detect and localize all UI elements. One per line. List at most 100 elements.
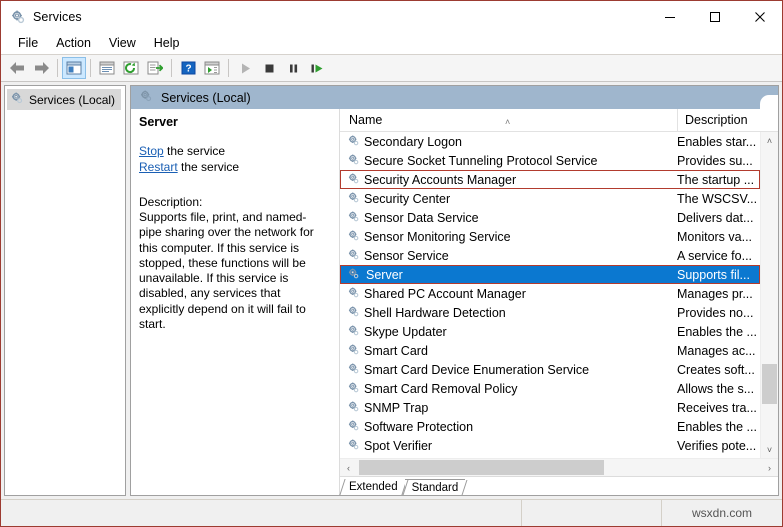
toolbar-separator (57, 59, 58, 77)
row-name-cell[interactable]: SNMP Trap (340, 400, 670, 416)
properties-icon[interactable] (95, 57, 119, 79)
row-name-label: Skype Updater (364, 324, 447, 339)
row-name-label: Server (364, 266, 407, 283)
row-name-cell[interactable]: Smart Card (340, 343, 670, 359)
pause-service-icon[interactable] (281, 57, 305, 79)
row-name-cell[interactable]: Smart Card Device Enumeration Service (340, 362, 670, 378)
close-button[interactable] (737, 1, 782, 32)
scroll-right-button[interactable]: › (761, 459, 778, 476)
row-name-label: Sensor Monitoring Service (364, 229, 511, 244)
menu-bar: File Action View Help (1, 32, 782, 55)
row-name-cell[interactable]: Skype Updater (340, 324, 670, 340)
tree-node-services-local[interactable]: Services (Local) (7, 89, 122, 110)
menu-file[interactable]: File (9, 34, 47, 52)
show-action-pane-icon[interactable] (200, 57, 224, 79)
row-name-cell[interactable]: Security Center (340, 191, 670, 207)
toolbar-separator (171, 59, 172, 77)
vertical-scroll-track[interactable] (761, 149, 778, 441)
row-description-cell: Receives tra... (677, 400, 757, 415)
table-row[interactable]: Sensor Service A service fo... (340, 246, 760, 265)
scroll-up-button[interactable]: ˄ (761, 132, 778, 149)
vertical-scroll-thumb[interactable] (762, 364, 777, 404)
menu-help[interactable]: Help (145, 34, 189, 52)
stop-service-link[interactable]: Stop (139, 144, 164, 158)
row-name-cell[interactable]: Secure Socket Tunneling Protocol Service (340, 153, 670, 169)
vertical-scrollbar[interactable]: ˄ ˅ (760, 132, 778, 458)
row-description-cell: Enables star... (677, 134, 757, 149)
services-window: Services File Action View Help ? Service… (0, 0, 783, 527)
row-name-cell[interactable]: Shell Hardware Detection (340, 305, 670, 321)
show-hide-console-tree-icon[interactable] (62, 57, 86, 79)
row-name-cell[interactable]: Sensor Monitoring Service (340, 229, 670, 245)
row-description-cell: Provides no... (677, 305, 754, 320)
row-name-cell[interactable]: Server (340, 266, 670, 283)
row-name-label: Sensor Data Service (364, 210, 479, 225)
pane-header-corner (760, 86, 778, 109)
refresh-icon[interactable] (119, 57, 143, 79)
horizontal-scrollbar[interactable]: ‹ › (340, 458, 778, 476)
status-cell-watermark: wsxdn.com (662, 500, 782, 526)
menu-view[interactable]: View (100, 34, 145, 52)
table-row[interactable]: Smart Card Device Enumeration Service Cre… (340, 360, 760, 379)
table-row[interactable]: Security Center The WSCSV... (340, 189, 760, 208)
maximize-button[interactable] (692, 1, 737, 32)
service-gear-icon (347, 305, 360, 321)
tab-extended[interactable]: Extended (342, 479, 405, 495)
horizontal-scroll-track[interactable] (357, 459, 761, 476)
table-row[interactable]: Spot Verifier Verifies pote... (340, 436, 760, 455)
column-header-name[interactable]: Name ˄ (340, 109, 678, 131)
column-header-description[interactable]: Description (678, 109, 761, 131)
row-description-cell: The WSCSV... (677, 191, 758, 206)
restart-service-link[interactable]: Restart (139, 160, 178, 174)
main-body: Services (Local) Services (Local) Server… (1, 82, 782, 499)
scroll-down-button[interactable]: ˅ (761, 441, 778, 458)
row-name-label: Shared PC Account Manager (364, 286, 526, 301)
table-row[interactable]: Smart Card Manages ac... (340, 341, 760, 360)
row-name-cell[interactable]: Smart Card Removal Policy (340, 381, 670, 397)
back-icon[interactable] (5, 57, 29, 79)
table-row[interactable]: Sensor Data Service Delivers dat... (340, 208, 760, 227)
services-gear-icon (10, 9, 26, 25)
table-row[interactable]: Shared PC Account Manager Manages pr... (340, 284, 760, 303)
row-name-label: Shell Hardware Detection (364, 305, 506, 320)
table-row[interactable]: Shell Hardware Detection Provides no... (340, 303, 760, 322)
start-service-icon[interactable] (233, 57, 257, 79)
row-name-label: Secondary Logon (364, 134, 462, 149)
menu-action[interactable]: Action (47, 34, 100, 52)
row-name-cell[interactable]: Secondary Logon (340, 134, 670, 150)
row-name-cell[interactable]: Sensor Data Service (340, 210, 670, 226)
stop-service-icon[interactable] (257, 57, 281, 79)
row-description-cell: Manages pr... (677, 286, 753, 301)
row-name-cell[interactable]: Software Protection (340, 419, 670, 435)
column-header-name-label: Name (349, 113, 383, 127)
row-name-cell[interactable]: Security Accounts Manager (340, 172, 670, 188)
table-row[interactable]: SSDP Discovery Discovers n... (340, 455, 760, 459)
table-row[interactable]: Server Supports fil... (340, 265, 760, 284)
row-name-label: Smart Card Device Enumeration Service (364, 362, 590, 377)
row-name-cell[interactable]: Spot Verifier (340, 438, 670, 454)
service-gear-icon (347, 457, 360, 459)
table-row[interactable]: Secondary Logon Enables star... (340, 132, 760, 151)
table-row[interactable]: Smart Card Removal Policy Allows the s... (340, 379, 760, 398)
service-gear-icon (347, 191, 360, 207)
tab-standard[interactable]: Standard (404, 479, 466, 495)
forward-icon[interactable] (29, 57, 53, 79)
horizontal-scroll-thumb[interactable] (359, 460, 604, 475)
scroll-left-button[interactable]: ‹ (340, 459, 357, 476)
row-name-cell[interactable]: SSDP Discovery (340, 457, 670, 459)
table-row[interactable]: Software Protection Enables the ... (340, 417, 760, 436)
table-row[interactable]: Sensor Monitoring Service Monitors va... (340, 227, 760, 246)
table-row[interactable]: Security Accounts Manager The startup ... (340, 170, 760, 189)
table-row[interactable]: SNMP Trap Receives tra... (340, 398, 760, 417)
export-list-icon[interactable] (143, 57, 167, 79)
service-gear-icon (347, 267, 360, 283)
stop-service-suffix: the service (163, 144, 226, 158)
restart-service-icon[interactable] (305, 57, 329, 79)
table-row[interactable]: Secure Socket Tunneling Protocol Service… (340, 151, 760, 170)
help-icon[interactable]: ? (176, 57, 200, 79)
minimize-button[interactable] (647, 1, 692, 32)
table-row[interactable]: Skype Updater Enables the ... (340, 322, 760, 341)
service-gear-icon (347, 134, 360, 150)
row-name-cell[interactable]: Shared PC Account Manager (340, 286, 670, 302)
row-name-cell[interactable]: Sensor Service (340, 248, 670, 264)
